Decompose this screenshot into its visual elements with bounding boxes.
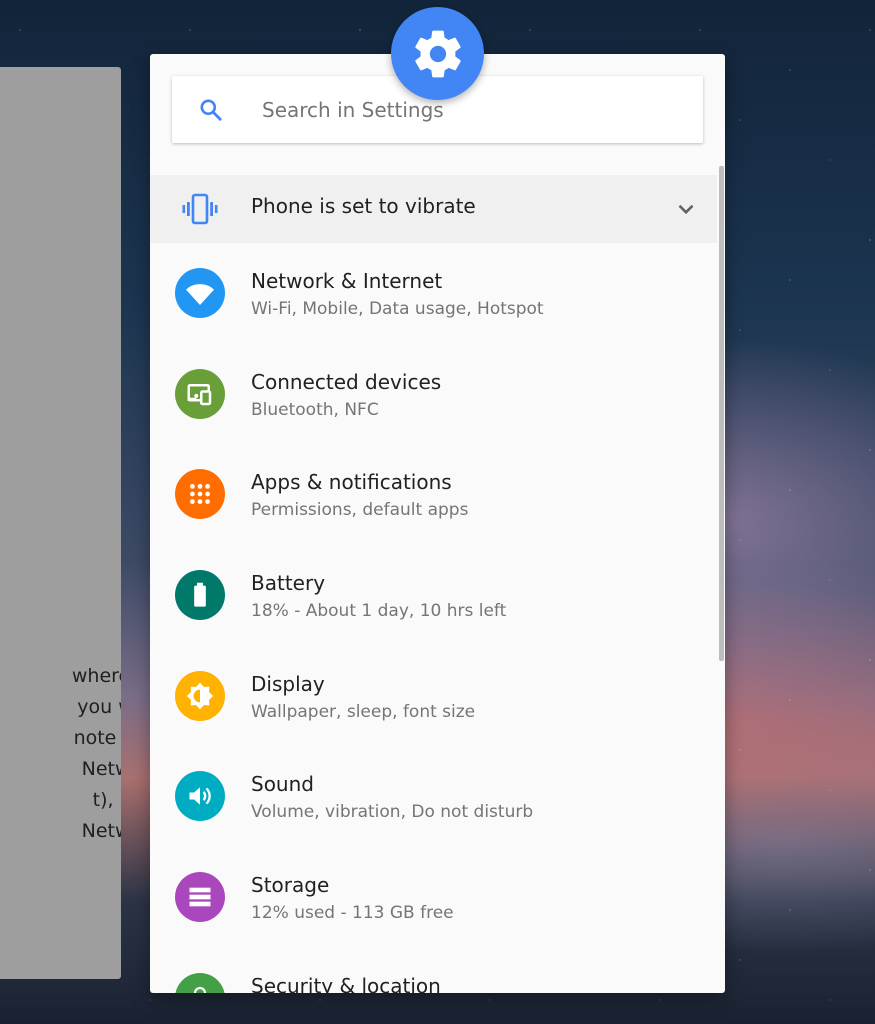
background-card-line: Network: [81, 820, 121, 842]
setting-title: Apps & notifications: [251, 470, 452, 495]
background-card-line: t), may: [92, 789, 121, 811]
setting-subtitle: Volume, vibration, Do not disturb: [251, 802, 534, 823]
setting-subtitle: Wi-Fi, Mobile, Data usage, Hotspot: [251, 299, 544, 319]
setting-connected-devices[interactable]: Connected devices Bluetooth, NFC: [150, 344, 717, 445]
apps-icon: [175, 469, 225, 520]
background-card-text: wherever you wish note that Network t), …: [0, 661, 121, 847]
background-card-line: you wish: [77, 696, 121, 718]
setting-display[interactable]: Display Wallpaper, sleep, font size: [150, 646, 717, 747]
battery-icon: [175, 570, 225, 621]
storage-icon: [175, 872, 225, 923]
setting-title: Network & Internet: [251, 269, 443, 293]
setting-subtitle: Bluetooth, NFC: [251, 399, 379, 420]
settings-panel: Phone is set to vibrate Network & Intern…: [150, 54, 725, 993]
setting-title: Sound: [251, 772, 314, 797]
background-card-line: Network: [81, 758, 121, 780]
background-app-card[interactable]: wherever you wish note that Network t), …: [0, 67, 121, 979]
setting-title: Connected devices: [251, 369, 442, 394]
setting-network-internet[interactable]: Network & Internet Wi-Fi, Mobile, Data u…: [150, 243, 717, 344]
search-icon: [200, 99, 222, 121]
condition-label: Phone is set to vibrate: [251, 194, 476, 218]
settings-list: Network & Internet Wi-Fi, Mobile, Data u…: [150, 243, 717, 993]
lock-icon: [175, 972, 225, 993]
setting-subtitle: 18% - About 1 day, 10 hrs left: [251, 601, 507, 622]
background-card-line: wherever: [71, 665, 121, 687]
settings-gear-icon: [391, 7, 484, 100]
setting-sound[interactable]: Sound Volume, vibration, Do not disturb: [150, 746, 717, 847]
setting-title: Security & location: [251, 973, 441, 993]
setting-subtitle: 12% used - 113 GB free: [251, 903, 454, 924]
setting-apps-notifications[interactable]: Apps & notifications Permissions, defaul…: [150, 444, 717, 545]
setting-title: Display: [251, 671, 325, 696]
setting-subtitle: Permissions, default apps: [251, 500, 469, 521]
condition-vibrate[interactable]: Phone is set to vibrate: [150, 175, 717, 243]
setting-title: Storage: [251, 873, 330, 898]
wifi-icon: [175, 268, 225, 318]
brightness-icon: [175, 670, 225, 721]
volume-icon: [175, 771, 225, 822]
setting-storage[interactable]: Storage 12% used - 113 GB free: [150, 847, 717, 948]
chevron-down-icon[interactable]: [673, 196, 699, 222]
search-input[interactable]: [262, 76, 682, 143]
scrollbar[interactable]: [719, 166, 724, 661]
setting-subtitle: Wallpaper, sleep, font size: [251, 701, 476, 722]
setting-title: Battery: [251, 571, 326, 596]
setting-security-location[interactable]: Security & location: [150, 948, 717, 993]
devices-icon: [175, 368, 225, 419]
vibrate-icon: [182, 193, 218, 225]
background-card-line: note that: [73, 727, 121, 749]
setting-battery[interactable]: Battery 18% - About 1 day, 10 hrs left: [150, 545, 717, 646]
